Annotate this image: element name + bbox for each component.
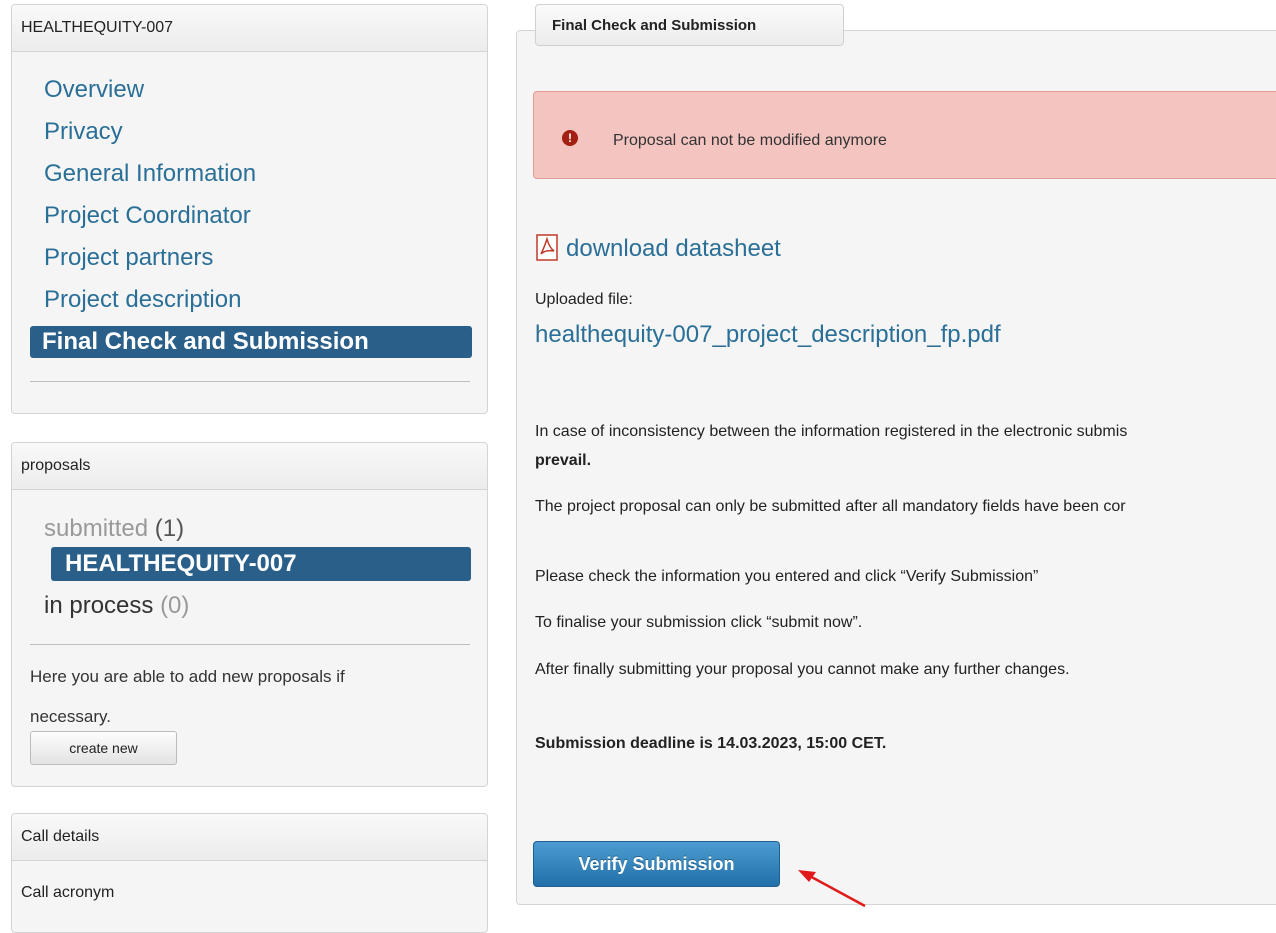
submission-deadline-text: Submission deadline is 14.03.2023, 15:00… <box>535 735 887 752</box>
proposals-divider <box>30 644 470 645</box>
proposal-item-healthequity-007[interactable]: HEALTHEQUITY-007 <box>51 547 471 581</box>
uploaded-file-label: Uploaded file: <box>535 291 633 308</box>
alert-text: Proposal can not be modified anymore <box>613 132 887 149</box>
submitted-group[interactable]: submitted (1) <box>44 515 184 543</box>
after-submit-text: After finally submitting your proposal y… <box>535 661 1070 678</box>
proposals-info-line2: necessary. <box>30 707 111 726</box>
nav-item-privacy[interactable]: Privacy <box>44 117 123 147</box>
create-new-button[interactable]: create new <box>30 731 177 765</box>
nav-item-project-coordinator[interactable]: Project Coordinator <box>44 201 251 231</box>
in-process-group[interactable]: in process (0) <box>44 592 189 620</box>
download-datasheet-link[interactable]: download datasheet <box>566 235 781 263</box>
project-nav-panel: HEALTHEQUITY-007 Overview Privacy Genera… <box>11 4 488 414</box>
inconsistency-text: In case of inconsistency between the inf… <box>535 423 1128 440</box>
prevail-text: prevail. <box>535 452 592 469</box>
nav-item-project-partners[interactable]: Project partners <box>44 243 213 273</box>
nav-divider <box>30 381 470 382</box>
nav-item-project-description[interactable]: Project description <box>44 285 241 315</box>
in-process-count: (0) <box>160 592 190 619</box>
exclamation-circle-icon: ! <box>562 130 578 146</box>
submitted-count: (1) <box>154 515 185 542</box>
mandatory-fields-text: The project proposal can only be submitt… <box>535 498 1126 515</box>
proposals-panel: proposals submitted (1) HEALTHEQUITY-007… <box>11 442 488 787</box>
finalise-text: To finalise your submission click “submi… <box>535 614 863 631</box>
nav-item-general-information[interactable]: General Information <box>44 159 256 189</box>
verify-submission-button[interactable]: Verify Submission <box>533 841 780 887</box>
in-process-label: in process <box>44 592 154 619</box>
uploaded-file-link[interactable]: healthequity-007_project_description_fp.… <box>535 321 1001 349</box>
call-details-title: Call details <box>12 814 487 861</box>
pdf-icon <box>536 234 558 261</box>
proposals-info-line1: Here you are able to add new proposals i… <box>30 667 345 686</box>
nav-item-overview[interactable]: Overview <box>44 75 144 105</box>
proposals-panel-title: proposals <box>12 443 487 490</box>
project-panel-title: HEALTHEQUITY-007 <box>12 5 487 52</box>
tab-final-check[interactable]: Final Check and Submission <box>535 4 844 46</box>
error-alert: ! Proposal can not be modified anymore <box>533 91 1276 179</box>
call-acronym-label: Call acronym <box>21 884 115 901</box>
check-information-text: Please check the information you entered… <box>535 568 1039 585</box>
call-details-panel: Call details Call acronym <box>11 813 488 933</box>
annotation-arrow-icon <box>798 870 866 908</box>
submitted-label: submitted <box>44 515 149 542</box>
nav-item-final-check[interactable]: Final Check and Submission <box>30 326 472 358</box>
